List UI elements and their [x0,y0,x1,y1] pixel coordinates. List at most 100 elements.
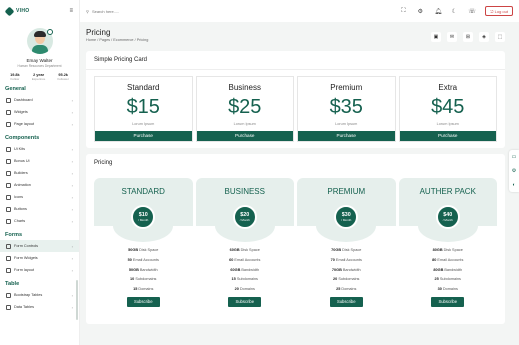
purchase-button[interactable]: Purchase [399,131,496,141]
sidebar-item-charts[interactable]: Charts › [0,215,79,227]
sidebar-item-data-tables[interactable]: Data Tables › [0,301,79,313]
card-title: Simple Pricing Card [86,51,505,70]
page-title: Pricing [86,28,111,37]
plan-price: $45 [431,96,465,118]
plan-price: $25 [228,96,262,118]
chat-icon[interactable]: ☏ [468,8,476,15]
subscribe-button[interactable]: Subscribe [126,296,160,307]
topbar: ⚲ Search here..... ⛶ ⚙ 🔔︎ ☾ ☏ ⎋ Log out [80,0,519,22]
plan-sub: Lorum Ipsum [335,122,358,126]
plan-name: Standard [127,83,160,92]
plan-name: AUTHER PACK [419,187,476,196]
moon-icon[interactable]: ☾ [451,8,457,15]
logout-button[interactable]: ⎋ Log out [485,6,513,16]
layout-tab-icon[interactable]: ▭ [509,150,519,164]
sidebar-item-bonus-ui[interactable]: Bonus Ui › [0,155,79,167]
logo-icon [4,6,15,16]
database-icon [6,304,11,310]
sidebar-item-buttons[interactable]: Buttons › [0,203,79,215]
sidebar: VIHO ≡ Emay Walter Human Resources Depar… [0,0,80,345]
simple-pricing-card: Simple Pricing Card Standard $15 Lorum I… [86,51,505,148]
stat-item: 2 year Experince [31,73,46,81]
page-header: Pricing Home / Pages / Ecommerce / Prici… [86,22,505,48]
sidebar-item-widgets[interactable]: Widgets › [0,106,79,118]
sidebar-item-form-layout[interactable]: Form layout › [0,264,79,276]
search-input[interactable]: Search here..... [92,9,119,14]
box-icon[interactable]: ⬚ [495,32,505,42]
feature-list: 70GB Disk Space 70 Email Accounts 70GB B… [297,246,396,295]
subscribe-button[interactable]: Subscribe [431,296,465,307]
purchase-button[interactable]: Purchase [95,131,192,141]
sidebar-item-builders[interactable]: Builders › [0,167,79,179]
header-actions: ▣ ✉ ⊞ ◈ ⬚ [431,32,505,42]
search-box[interactable]: ⚲ Search here..... [86,9,119,14]
settings-icon[interactable]: ⚙ [417,8,423,15]
breadcrumb-pages[interactable]: Pages [99,38,110,42]
file-text-icon [6,243,11,249]
subscribe-button[interactable]: Subscribe [329,296,363,307]
feature-item: 20 Subdomains [333,277,360,282]
feature-item: 30 Domains [437,287,458,292]
settings-tab-icon[interactable]: ⚙ [509,164,519,178]
sidebar-item-bootstrap-tables[interactable]: Bootstrap Tables › [0,289,79,301]
cloud-icon [6,182,11,188]
box-icon [6,146,11,152]
sidebar-item-animation[interactable]: Animation › [0,179,79,191]
plan-price: $35 [329,96,363,118]
sidebar-item-form-controls[interactable]: Form Controls › [0,240,79,252]
plus-square-icon[interactable]: ⊞ [463,32,473,42]
simple-plan: Extra $45 Lorum Ipsum Purchase [398,76,497,142]
purchase-button[interactable]: Purchase [196,131,293,141]
purchase-button[interactable]: Purchase [298,131,395,141]
feature-item: 70GB Disk Space [331,248,362,252]
fullscreen-icon[interactable]: ⛶ [400,8,406,15]
sidebar-item-dashboard[interactable]: Dashboard › [0,94,79,106]
feature-item: 70GB Bandwidth [331,267,361,272]
sidebar-item-icons[interactable]: Icons › [0,191,79,203]
layout-icon [6,267,11,273]
sidebar-item-ui-kits[interactable]: Ui Kits › [0,143,79,155]
feature-item: 60GB Disk Space [229,248,260,252]
plan-name: Premium [330,83,363,92]
pricing-plan: STANDARD $10/ Month 50GB Disk Space 50 E… [94,178,193,318]
feature-item: 50GB Disk Space [128,248,159,252]
chevron-right-icon: › [71,158,73,164]
feature-item: 50 Email Accounts [127,257,159,262]
cloud-drizzle-icon [6,206,11,212]
simple-plans: Standard $15 Lorum Ipsum Purchase Busine… [86,70,505,148]
sidebar-scrollbar[interactable] [76,280,78,320]
search-icon: ⚲ [86,8,89,14]
pricing-card: Pricing STANDARD $10/ Month 50GB Disk Sp… [86,154,505,324]
profile-name[interactable]: Emay Walter [0,58,79,63]
layout-icon [6,121,11,127]
chevron-right-icon: › [71,292,73,298]
feature-item: 15 Domains [133,287,154,292]
sidebar-item-form-widgets[interactable]: Form Widgets › [0,252,79,264]
breadcrumb-ecommerce[interactable]: Ecommerce [113,38,133,42]
feature-list: 80GB Disk Space 80 Email Accounts 80GB B… [399,246,498,295]
profile-stats: 19.8k Follow 2 year Experince 95.2k Followe… [0,73,79,81]
section-components: Components [5,135,40,141]
stat-item: 95.2k Follower [57,73,69,81]
bell-icon[interactable]: 🔔︎ [434,8,442,15]
message-icon[interactable]: ✉ [447,32,457,42]
layers-icon[interactable]: ◈ [479,32,489,42]
logo[interactable]: VIHO [4,6,29,16]
palette-tab-icon[interactable]: ◐ [509,178,519,192]
edit-icon [6,170,11,176]
inbox-icon[interactable]: ▣ [431,32,441,42]
chevron-right-icon: › [71,255,73,261]
card-title: Pricing [94,160,113,166]
breadcrumb-home[interactable]: Home [86,38,96,42]
subscribe-button[interactable]: Subscribe [228,296,262,307]
sidebar-item-page-layout[interactable]: Page layout › [0,118,79,130]
package-icon [6,255,11,261]
chevron-right-icon: › [71,170,73,176]
main-content: Pricing Home / Pages / Ecommerce / Prici… [86,22,505,324]
edit-avatar-icon[interactable] [47,29,53,35]
chevron-right-icon: › [71,304,73,310]
stat-item: 19.8k Follow [10,73,20,81]
menu-toggle-icon[interactable]: ≡ [69,8,73,14]
pricing-plans: STANDARD $10/ Month 50GB Disk Space 50 E… [86,172,505,324]
feature-item: 60 Email Accounts [229,257,261,262]
